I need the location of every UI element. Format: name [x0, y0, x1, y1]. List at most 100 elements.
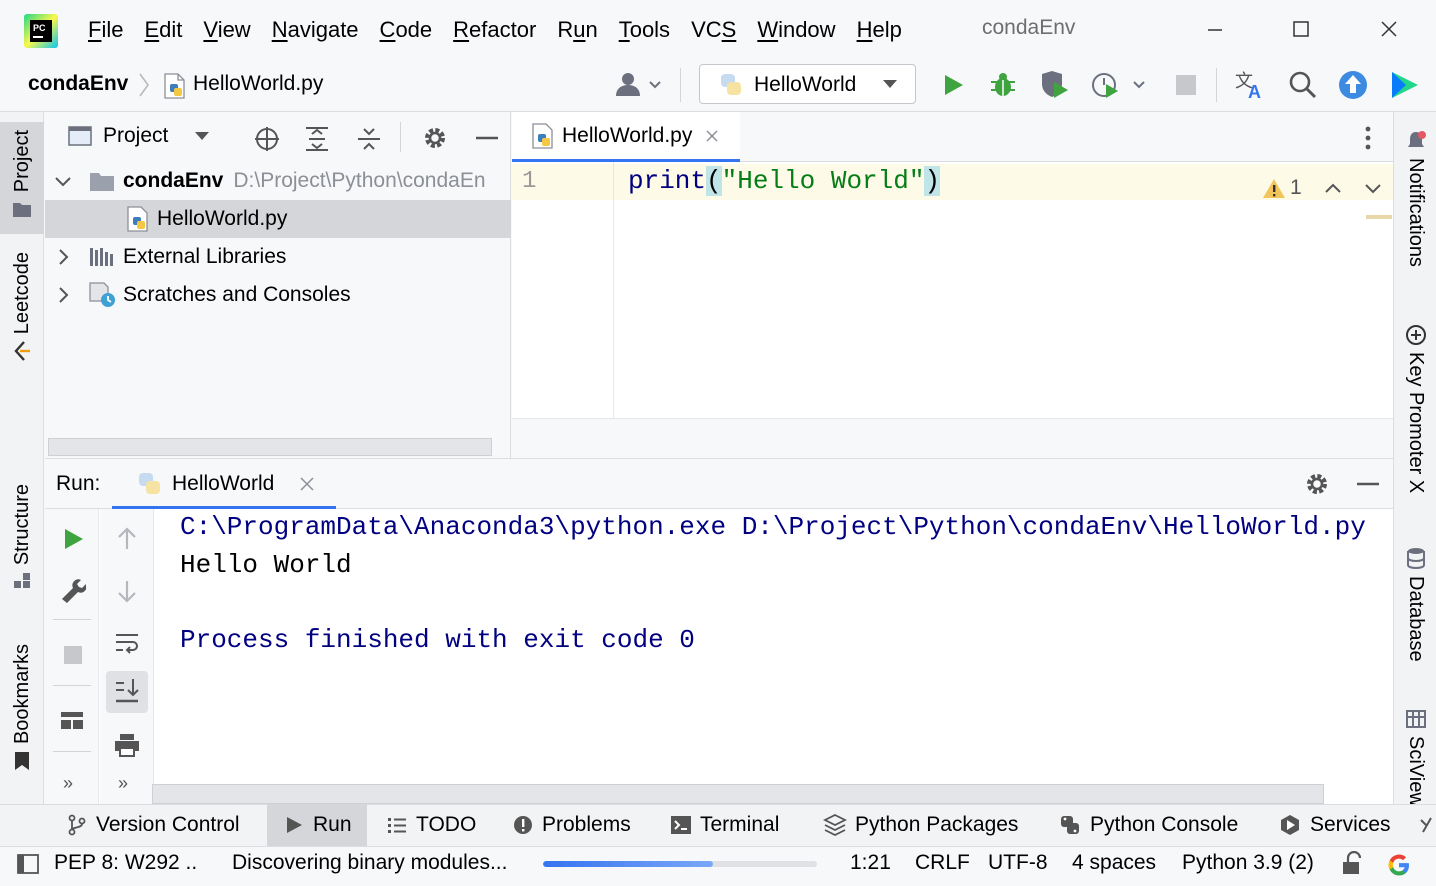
close-tab-icon[interactable] [704, 128, 720, 144]
tool-todo[interactable]: TODO [378, 804, 484, 846]
menu-refactor[interactable]: Refactor [453, 17, 536, 43]
code-with-me-icon[interactable] [1388, 68, 1418, 102]
toolbar-separator [53, 619, 91, 620]
right-tool-strip: Notifications Key Promoter X Database Sc… [1393, 112, 1436, 807]
inspection-widget[interactable]: 1 [1262, 176, 1384, 200]
tab-sciview[interactable]: SciView [1394, 708, 1436, 807]
run-icon[interactable] [938, 68, 968, 102]
wrench-icon[interactable] [58, 575, 86, 603]
tree-item-external-libraries[interactable]: External Libraries [45, 238, 511, 276]
tool-python-console[interactable]: Python Console [1050, 804, 1246, 846]
tab-database[interactable]: Database [1394, 546, 1436, 662]
menu-code[interactable]: Code [380, 17, 433, 43]
tool-version-control[interactable]: Version Control [58, 804, 248, 846]
status-background-task[interactable]: Discovering binary modules... [232, 851, 507, 875]
close-icon[interactable] [1374, 16, 1404, 42]
more-tools-icon[interactable] [1418, 816, 1436, 836]
chevron-up-icon[interactable] [1322, 180, 1344, 196]
profile-icon[interactable] [1090, 68, 1145, 102]
tool-problems[interactable]: Problems [504, 804, 639, 846]
tool-terminal[interactable]: Terminal [662, 804, 787, 846]
hide-panel-icon[interactable] [473, 124, 501, 152]
status-inspection[interactable]: PEP 8: W292 .. [54, 851, 197, 875]
project-view-selector[interactable]: Project [67, 124, 212, 148]
status-progress-bar [543, 861, 817, 867]
tool-run[interactable]: Run [267, 804, 367, 846]
close-tab-icon[interactable] [298, 475, 316, 493]
gear-icon[interactable] [421, 124, 449, 152]
tab-key-promoter[interactable]: Key Promoter X [1394, 324, 1436, 493]
todo-list-icon [388, 818, 406, 833]
chevron-down-icon[interactable] [1362, 180, 1384, 196]
collapse-all-icon[interactable] [355, 125, 383, 153]
google-icon[interactable] [1386, 852, 1412, 878]
tool-services[interactable]: Services [1270, 804, 1399, 846]
coverage-icon[interactable] [1038, 68, 1068, 102]
code-line-1[interactable]: print("Hello World") [628, 166, 941, 196]
user-menu-button[interactable] [612, 70, 664, 100]
debug-icon[interactable] [988, 68, 1018, 102]
project-horizontal-scrollbar[interactable] [48, 438, 492, 456]
tab-structure[interactable]: Structure [0, 484, 44, 606]
tab-notifications[interactable]: Notifications [1394, 130, 1436, 267]
menu-vcs[interactable]: VCS [691, 17, 736, 43]
tree-item-helloworld[interactable]: HelloWorld.py [45, 200, 511, 238]
tab-helloworld-py[interactable]: HelloWorld.py [512, 112, 740, 162]
status-encoding[interactable]: UTF-8 [988, 851, 1048, 875]
warning-count: 1 [1290, 176, 1302, 199]
status-interpreter[interactable]: Python 3.9 (2) [1182, 851, 1314, 875]
tree-item-scratches[interactable]: Scratches and Consoles [45, 276, 511, 314]
minimize-icon[interactable] [1200, 16, 1230, 42]
tool-label: Terminal [700, 813, 780, 836]
menu-view[interactable]: View [203, 17, 250, 43]
update-icon[interactable] [1338, 68, 1368, 102]
menu-run[interactable]: Run [557, 17, 597, 43]
tree-item-label: External Libraries [123, 245, 287, 268]
menu-help[interactable]: Help [857, 17, 902, 43]
status-indent[interactable]: 4 spaces [1072, 851, 1156, 875]
gear-icon[interactable] [1303, 470, 1331, 498]
scroll-to-end-button[interactable] [106, 671, 148, 713]
menu-navigate[interactable]: Navigate [272, 17, 359, 43]
console-horizontal-scrollbar[interactable] [152, 784, 1324, 804]
tree-item-project-root[interactable]: condaEnv D:\Project\Python\condaEn [45, 162, 511, 200]
tab-project[interactable]: Project [0, 122, 44, 234]
hide-panel-icon[interactable] [1354, 470, 1382, 498]
dropdown-arrow-icon [195, 132, 210, 140]
locate-icon[interactable] [253, 125, 281, 153]
menu-window[interactable]: Window [757, 17, 835, 43]
warning-icon [1263, 179, 1285, 198]
tab-leetcode[interactable]: Leetcode [0, 252, 44, 382]
stop-icon[interactable] [1172, 68, 1202, 102]
stop-icon[interactable] [59, 641, 87, 669]
project-panel-title: Project [103, 124, 169, 147]
more-options-icon[interactable] [1358, 124, 1378, 152]
more-tools-icon[interactable]: » [118, 773, 128, 794]
layout-icon[interactable] [58, 707, 86, 735]
expand-all-icon[interactable] [303, 125, 331, 153]
soft-wrap-icon[interactable] [113, 629, 141, 657]
translate-icon[interactable]: 文A [1234, 68, 1264, 102]
toggle-tool-windows-icon[interactable] [16, 853, 40, 875]
menu-file[interactable]: File [88, 17, 123, 43]
unlock-icon[interactable] [1340, 851, 1364, 877]
status-line-separator[interactable]: CRLF [915, 851, 970, 875]
tree-item-label: HelloWorld.py [157, 207, 288, 230]
window-title: condaEnv [982, 16, 1076, 39]
search-icon[interactable] [1288, 68, 1318, 102]
menu-edit[interactable]: Edit [144, 17, 182, 43]
arrow-up-icon[interactable] [113, 525, 141, 553]
tab-bookmarks[interactable]: Bookmarks [0, 644, 44, 786]
tool-python-packages[interactable]: Python Packages [815, 804, 1026, 846]
breadcrumb-project[interactable]: condaEnv [28, 72, 128, 96]
user-icon [616, 73, 661, 96]
print-icon[interactable] [113, 731, 141, 759]
more-tools-icon[interactable]: » [63, 773, 73, 794]
status-caret-position[interactable]: 1:21 [850, 851, 891, 875]
maximize-icon[interactable] [1286, 16, 1316, 42]
menu-tools[interactable]: Tools [619, 17, 670, 43]
breadcrumb-file[interactable]: HelloWorld.py [193, 72, 323, 96]
arrow-down-icon[interactable] [113, 577, 141, 605]
left-tool-strip: Project Leetcode Structure Bookmarks [0, 112, 44, 804]
rerun-icon[interactable] [59, 525, 87, 553]
